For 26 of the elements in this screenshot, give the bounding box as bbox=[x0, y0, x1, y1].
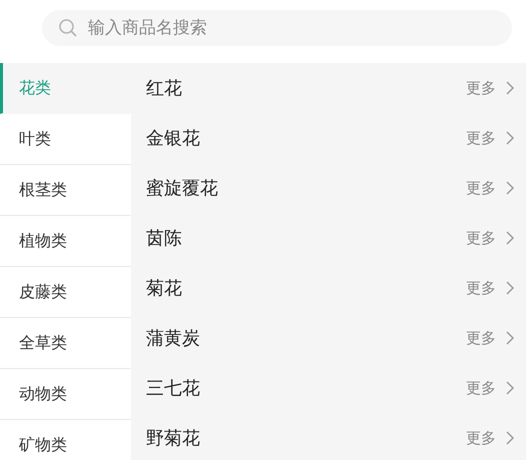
chevron-right-icon bbox=[506, 181, 514, 195]
product-name: 三七花 bbox=[146, 377, 201, 400]
category-tab[interactable]: 花类 bbox=[0, 63, 131, 114]
more-link[interactable]: 更多 bbox=[466, 278, 496, 298]
product-name: 红花 bbox=[146, 77, 183, 100]
product-name: 蒲黄炭 bbox=[146, 327, 201, 350]
product-name: 金银花 bbox=[146, 127, 201, 150]
more-link[interactable]: 更多 bbox=[466, 178, 496, 198]
product-name: 野菊花 bbox=[146, 427, 201, 450]
more-link[interactable]: 更多 bbox=[466, 328, 496, 348]
chevron-right-icon bbox=[506, 281, 514, 295]
more-link[interactable]: 更多 bbox=[466, 128, 496, 148]
more-link[interactable]: 更多 bbox=[466, 378, 496, 398]
chevron-right-icon bbox=[506, 231, 514, 245]
more-link[interactable]: 更多 bbox=[466, 428, 496, 448]
chevron-right-icon bbox=[506, 331, 514, 345]
chevron-right-icon bbox=[506, 131, 514, 145]
chevron-right-icon bbox=[506, 81, 514, 95]
more-link[interactable]: 更多 bbox=[466, 228, 496, 248]
chevron-right-icon bbox=[506, 381, 514, 395]
product-name: 茵陈 bbox=[146, 227, 183, 250]
chevron-right-icon bbox=[506, 431, 514, 445]
search-field[interactable]: 输入商品名搜索 bbox=[42, 10, 512, 46]
product-name: 菊花 bbox=[146, 277, 183, 300]
product-name: 蜜旋覆花 bbox=[146, 177, 219, 200]
more-link[interactable]: 更多 bbox=[466, 78, 496, 98]
